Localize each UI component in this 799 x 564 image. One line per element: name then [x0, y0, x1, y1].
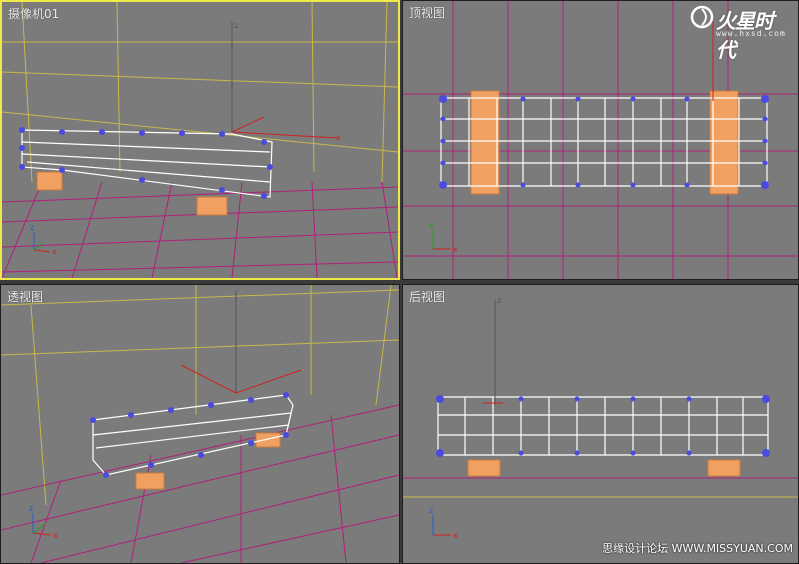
viewport-label[interactable]: 摄像机01: [8, 5, 59, 22]
axis-x-label: x: [336, 133, 341, 142]
camera-scene: x z z x: [2, 2, 398, 278]
svg-text:x: x: [453, 531, 458, 540]
svg-text:z: z: [29, 504, 33, 513]
axis-tripod: z x: [29, 504, 58, 540]
viewport-top[interactable]: y x 顶视图 火星时代 www.hxsd.com: [402, 0, 799, 280]
axis-z-label: z: [234, 21, 238, 30]
brand-logo: 火星时代 www.hxsd.com: [690, 5, 790, 62]
brand-url: www.hxsd.com: [716, 29, 786, 38]
viewport-label[interactable]: 后视图: [409, 288, 445, 305]
logo-swirl-icon: [690, 5, 714, 29]
viewport-label[interactable]: 透视图: [7, 288, 43, 305]
svg-text:z: z: [497, 296, 501, 305]
viewport-perspective[interactable]: z x 透视图: [0, 284, 400, 564]
perspective-scene: z x: [1, 285, 399, 563]
watermark: 思缘设计论坛 WWW.MISSYUAN.COM: [602, 542, 793, 555]
axis-tripod: z x: [30, 223, 57, 256]
viewport-camera[interactable]: x z z x 摄像机01: [0, 0, 400, 280]
svg-text:z: z: [429, 506, 433, 515]
viewport-back[interactable]: z z x 后视图: [402, 284, 799, 564]
viewport-label[interactable]: 顶视图: [409, 4, 445, 21]
svg-text:x: x: [52, 247, 57, 256]
svg-text:x: x: [53, 531, 58, 540]
svg-text:z: z: [30, 223, 34, 232]
axis-tripod: y x: [429, 220, 458, 254]
quad-viewport-layout: x z z x 摄像机01 y x 顶视图 火星时代 www.hxsd.com …: [0, 0, 799, 564]
svg-text:y: y: [429, 220, 434, 229]
svg-text:x: x: [453, 245, 458, 254]
back-scene: z z x: [403, 296, 798, 540]
axis-tripod: z x: [429, 506, 458, 540]
